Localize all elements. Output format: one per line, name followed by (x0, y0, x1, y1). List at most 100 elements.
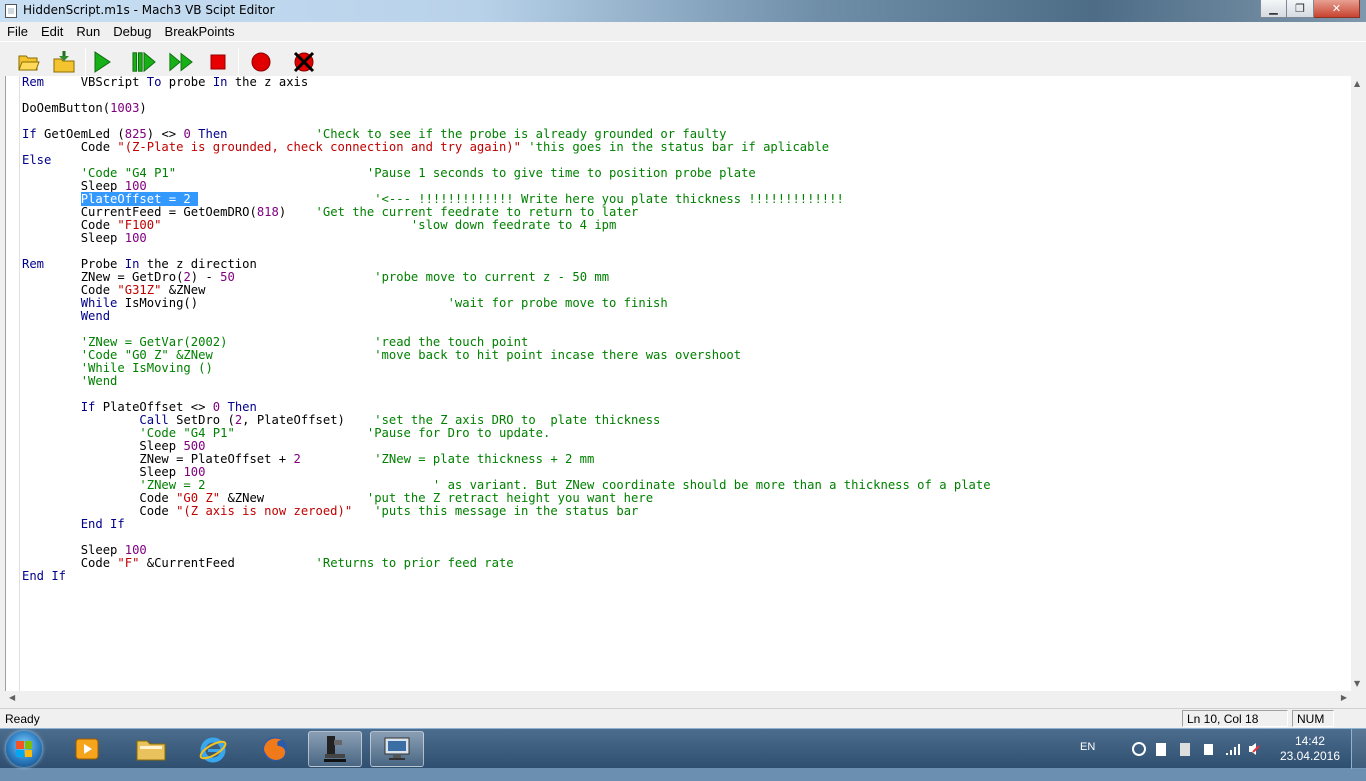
cursor-position: Ln 10, Col 18 (1182, 710, 1288, 727)
code-line[interactable]: Rem VBScript To probe In the z axis (22, 76, 991, 89)
code-token: Sleep (22, 465, 184, 479)
code-token: Else (22, 153, 52, 167)
code-token: PlateOffset <> (95, 400, 213, 414)
code-token: "G31Z" (117, 283, 162, 297)
breakpoint-button[interactable] (249, 50, 273, 74)
start-button[interactable] (6, 731, 42, 767)
code-line[interactable]: DoOemButton(1003) (22, 102, 991, 115)
code-line[interactable]: 'Wend (22, 375, 991, 388)
run-button[interactable] (90, 50, 114, 74)
language-indicator[interactable]: EN (1080, 741, 1095, 781)
window-title: HiddenScript.m1s - Mach3 VB Scipt Editor (23, 3, 275, 17)
vertical-scrollbar[interactable]: ▲ ▼ (1351, 76, 1366, 691)
code-token: 'put the Z retract height you want here (366, 491, 654, 505)
code-token: In (124, 257, 140, 271)
taskbar-remote-desktop[interactable] (370, 731, 424, 767)
network-icon[interactable] (1130, 741, 1260, 757)
save-button[interactable] (52, 50, 76, 74)
code-token: SetDro ( (168, 413, 235, 427)
media-player-icon (75, 738, 99, 760)
code-token: "F100" (117, 218, 162, 232)
step-icon (132, 51, 156, 73)
code-token: 'ZNew = 2 ' as variant. But ZNew coordin… (139, 478, 991, 492)
menu-debug[interactable]: Debug (106, 22, 157, 41)
scroll-left-icon[interactable]: ◀ (9, 693, 15, 702)
horizontal-scrollbar[interactable]: ◀ ▶ (5, 691, 1351, 707)
clear-breakpoints-button[interactable] (292, 50, 316, 74)
menu-run[interactable]: Run (69, 22, 106, 41)
code-token: &CurrentFeed (139, 556, 316, 570)
code-token: Code (22, 283, 118, 297)
taskbar-file-explorer[interactable] (124, 731, 178, 767)
code-token: ) (139, 101, 147, 115)
scroll-up-icon[interactable]: ▲ (1354, 79, 1360, 88)
code-token: 100 (183, 465, 206, 479)
taskbar-media-player[interactable] (60, 731, 114, 767)
menu-breakpoints[interactable]: BreakPoints (158, 22, 241, 41)
show-desktop-button[interactable] (1351, 729, 1366, 769)
code-token: 'Get the current feedrate to return to l… (315, 205, 639, 219)
maximize-button[interactable]: ❐ (1287, 0, 1314, 18)
code-token: the z axis (227, 76, 309, 89)
code-token: ) <> (146, 127, 184, 141)
code-line[interactable]: End If (22, 570, 991, 583)
toolbar-separator (238, 48, 239, 76)
code-token: 'Code "G4 P1" 'Pause for Dro to update. (139, 426, 551, 440)
code-line[interactable] (22, 531, 991, 544)
code-line[interactable]: Code "(Z-Plate is grounded, check connec… (22, 141, 991, 154)
menu-bar: File Edit Run Debug BreakPoints (0, 22, 1366, 41)
taskbar-mach3[interactable] (308, 731, 362, 767)
close-button[interactable]: ✕ (1314, 0, 1360, 18)
code-line[interactable]: Sleep 100 (22, 232, 991, 245)
code-line[interactable]: While IsMoving() 'wait for probe move to… (22, 297, 991, 310)
code-line[interactable]: Code "F100" 'slow down feedrate to 4 ipm (22, 219, 991, 232)
code-token: ) (278, 205, 316, 219)
code-token: To (146, 76, 162, 89)
code-token: Code (22, 491, 177, 505)
code-line[interactable] (22, 89, 991, 102)
code-token: 2 (293, 452, 301, 466)
step-button[interactable] (132, 50, 156, 74)
run-fast-button[interactable] (169, 50, 193, 74)
taskbar: EN 14:42 23.04.2016 (0, 728, 1366, 769)
scroll-down-icon[interactable]: ▼ (1354, 679, 1360, 688)
code-token: CurrentFeed = GetOemDRO( (22, 205, 257, 219)
code-line[interactable]: Wend (22, 310, 991, 323)
code-editor[interactable]: Rem VBScript To probe In the z axis DoOe… (5, 76, 1351, 691)
code-line[interactable]: 'While IsMoving () (22, 362, 991, 375)
code-token: Code (22, 556, 118, 570)
stop-button[interactable] (206, 50, 230, 74)
taskbar-internet-explorer[interactable] (186, 731, 240, 767)
clock[interactable]: 14:42 23.04.2016 (1280, 734, 1340, 764)
code-line[interactable]: Code "F" &CurrentFeed 'Returns to prior … (22, 557, 991, 570)
code-token: 'probe move to current z - 50 mm (374, 270, 610, 284)
code-token: 'wait for probe move to finish (447, 296, 668, 310)
code-line[interactable]: Code "(Z axis is now zeroed)" 'puts this… (22, 505, 991, 518)
title-bar[interactable]: HiddenScript.m1s - Mach3 VB Scipt Editor… (0, 0, 1366, 22)
code-token: ) - (190, 270, 221, 284)
selected-text: PlateOffset = 2 (80, 192, 199, 206)
minimize-button[interactable]: ▁ (1260, 0, 1287, 18)
taskbar-firefox[interactable] (248, 731, 302, 767)
run-icon (94, 51, 111, 73)
code-line[interactable]: 'Code "G4 P1" 'Pause 1 seconds to give t… (22, 167, 991, 180)
code-token: probe (161, 76, 213, 89)
menu-file[interactable]: File (0, 22, 34, 41)
menu-edit[interactable]: Edit (34, 22, 69, 41)
code-token: End If (22, 569, 67, 583)
code-token: 825 (124, 127, 147, 141)
code-line[interactable]: End If (22, 518, 991, 531)
code-area[interactable]: Rem VBScript To probe In the z axis DoOe… (22, 76, 991, 583)
scroll-right-icon[interactable]: ▶ (1341, 693, 1347, 702)
open-button[interactable] (17, 50, 41, 74)
